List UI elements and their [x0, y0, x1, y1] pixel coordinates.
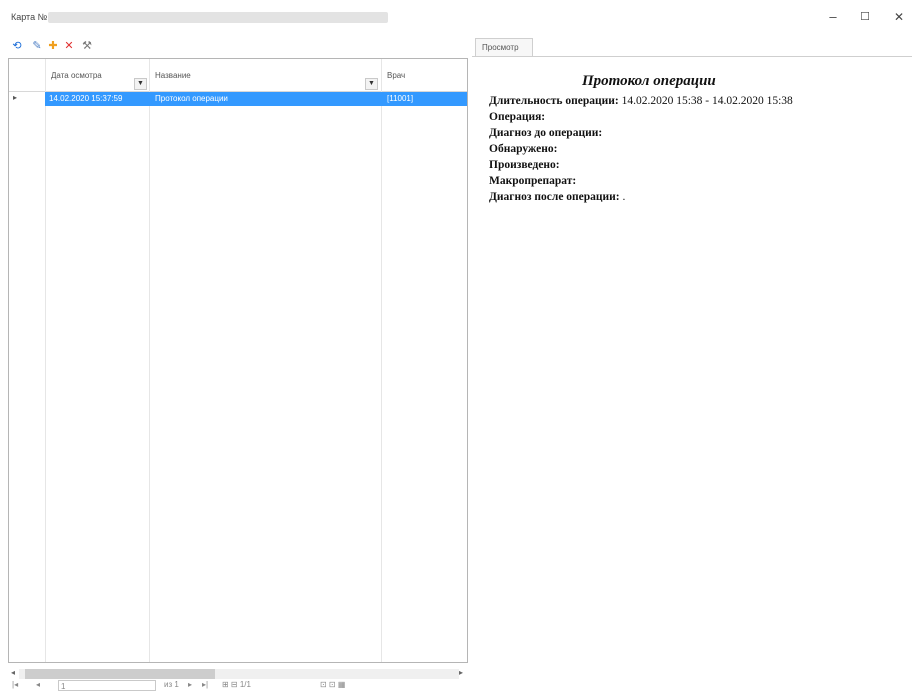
- column-divider: [149, 59, 150, 662]
- field-diagnosis-before: Диагноз до операции:: [489, 127, 602, 139]
- page-count-label: из 1: [164, 680, 179, 689]
- tab-preview[interactable]: Просмотр: [475, 38, 533, 56]
- document-title: Протокол операции: [582, 73, 716, 89]
- viewer-tabs: Просмотр: [472, 37, 912, 57]
- field-duration: Длительность операции: 14.02.2020 15:38 …: [489, 95, 793, 107]
- maximize-button[interactable]: ☐: [850, 6, 880, 28]
- grid-header: Дата осмотра ▼ Название ▼ Врач: [9, 59, 467, 92]
- column-divider: [381, 59, 382, 662]
- close-button[interactable]: ✕: [884, 6, 912, 28]
- first-page-icon[interactable]: |◂: [12, 680, 18, 689]
- field-diagnosis-after: Диагноз после операции: .: [489, 191, 625, 203]
- scroll-left-icon[interactable]: ◂: [11, 668, 15, 677]
- field-label: Операция:: [489, 111, 546, 123]
- edit-icon[interactable]: ✎: [30, 39, 44, 53]
- refresh-icon[interactable]: ⟲: [10, 39, 24, 53]
- row-indicator-icon: ▸: [13, 93, 18, 102]
- delete-icon[interactable]: ✕: [62, 39, 76, 53]
- column-header-doctor[interactable]: Врач: [387, 71, 405, 80]
- last-page-icon[interactable]: ▸|: [202, 680, 208, 689]
- column-header-name[interactable]: Название: [155, 71, 191, 80]
- cell-date[interactable]: 14.02.2020 15:37:59: [49, 94, 122, 103]
- field-value: .: [619, 191, 626, 203]
- filter-dropdown-icon[interactable]: ▼: [365, 78, 378, 90]
- minimize-button[interactable]: –: [818, 6, 848, 28]
- field-label: Длительность операции:: [489, 95, 619, 107]
- title-bar: Карта № – ☐ ✕: [0, 0, 912, 34]
- field-label: Произведено:: [489, 159, 560, 171]
- scroll-right-icon[interactable]: ▸: [459, 668, 463, 677]
- field-label: Макропрепарат:: [489, 175, 577, 187]
- field-value: 14.02.2020 15:38 - 14.02.2020 15:38: [618, 95, 793, 107]
- field-label: Диагноз после операции:: [489, 191, 620, 203]
- field-operation: Операция:: [489, 111, 545, 123]
- window-title: Карта №: [11, 12, 48, 22]
- tab-divider: [472, 56, 912, 57]
- field-label: Обнаружено:: [489, 143, 558, 155]
- document-viewer: Протокол операции Длительность операции:…: [472, 58, 912, 695]
- pager: |◂ ◂ 1 из 1 ▸ ▸| ⊞ ⊟ 1/1 ⊡ ⊡ ▦: [8, 678, 468, 695]
- add-icon[interactable]: ✚: [46, 39, 60, 53]
- page-number-input[interactable]: 1: [58, 680, 156, 691]
- table-row[interactable]: ▸ 14.02.2020 15:37:59 Протокол операции …: [9, 92, 467, 106]
- column-header-date[interactable]: Дата осмотра: [51, 71, 102, 80]
- column-divider: [45, 59, 46, 662]
- cell-doctor[interactable]: [11001]: [387, 94, 413, 103]
- pager-view-tools[interactable]: ⊡ ⊡ ▦: [320, 680, 345, 689]
- field-label: Диагноз до операции:: [489, 127, 603, 139]
- tools-icon[interactable]: ⚒: [80, 39, 94, 53]
- field-performed: Произведено:: [489, 159, 560, 171]
- field-found: Обнаружено:: [489, 143, 557, 155]
- field-macropreparation: Макропрепарат:: [489, 175, 576, 187]
- pager-tools[interactable]: ⊞ ⊟ 1/1: [222, 680, 251, 689]
- filter-dropdown-icon[interactable]: ▼: [134, 78, 147, 90]
- grid-toolbar: ⟲ ✎ ✚ ✕ ⚒: [8, 37, 468, 57]
- records-grid: Дата осмотра ▼ Название ▼ Врач ▸ 14.02.2…: [8, 58, 468, 679]
- prev-page-icon[interactable]: ◂: [36, 680, 40, 689]
- window-title-redacted: [48, 12, 388, 23]
- cell-name[interactable]: Протокол операции: [155, 94, 228, 103]
- next-page-icon[interactable]: ▸: [188, 680, 192, 689]
